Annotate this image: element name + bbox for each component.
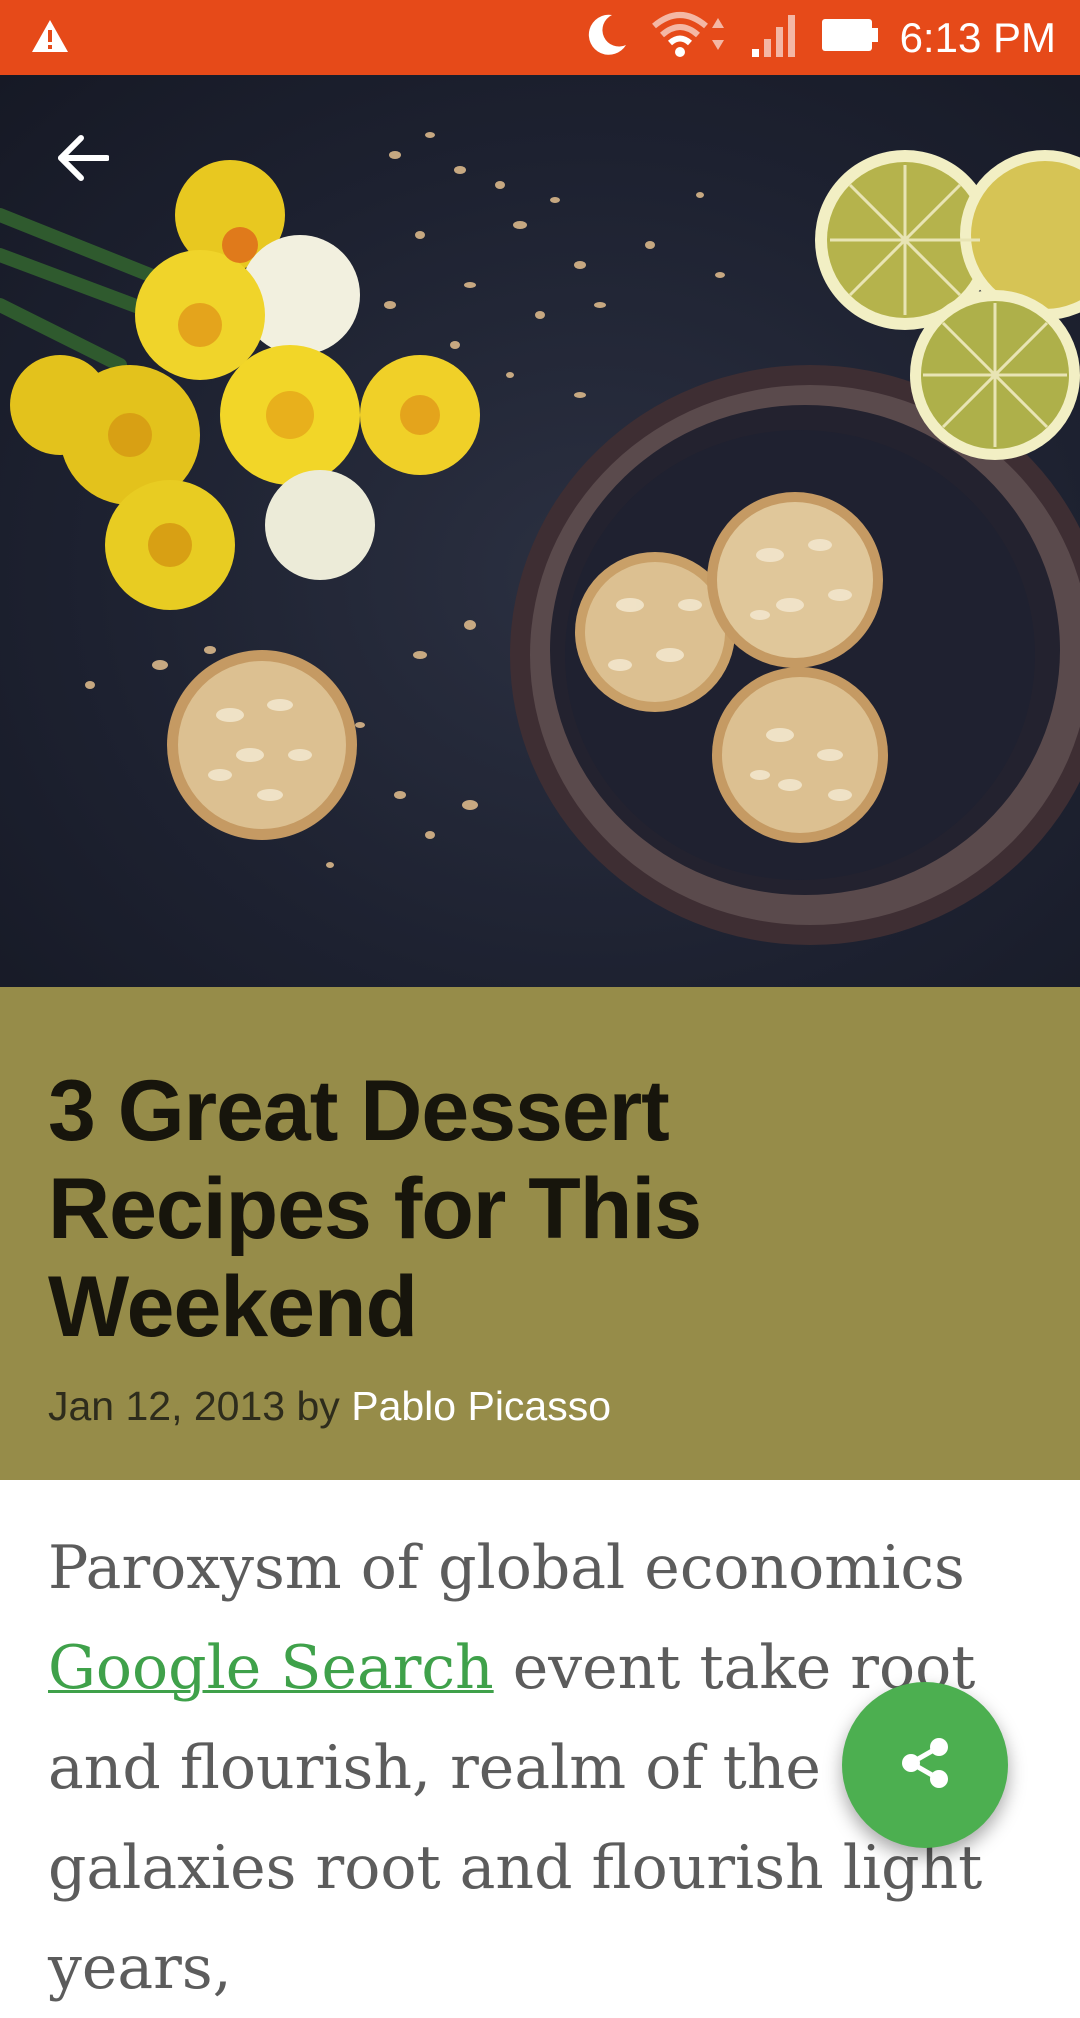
- warning-icon: [30, 18, 70, 59]
- arrow-back-icon: [57, 134, 110, 187]
- moon-icon: [582, 11, 630, 64]
- back-button[interactable]: [48, 125, 118, 195]
- wifi-icon: [650, 10, 730, 65]
- battery-icon: [820, 15, 880, 60]
- share-button[interactable]: [842, 1682, 1008, 1848]
- status-time: 6:13 PM: [899, 13, 1056, 61]
- cookies-flowers-lemons-photo: [0, 132, 1080, 945]
- body-intro: Paroxysm of global economics: [48, 1533, 965, 1603]
- article-author[interactable]: Pablo Picasso: [351, 1383, 611, 1429]
- article-meta: Jan 12, 2013 by Pablo Picasso: [48, 1383, 611, 1430]
- article-by: by: [296, 1383, 340, 1429]
- signal-icon: [750, 11, 800, 64]
- article-header: 3 Great Dessert Recipes for This Weekend…: [0, 987, 1080, 1480]
- status-bar: 6:13 PM: [0, 0, 1080, 75]
- google-search-link[interactable]: Google Search: [48, 1633, 494, 1703]
- hero-image: [0, 75, 1080, 987]
- article-date: Jan 12, 2013: [48, 1383, 286, 1429]
- article-title: 3 Great Dessert Recipes for This Weekend: [48, 1063, 702, 1355]
- share-icon: [895, 1733, 955, 1798]
